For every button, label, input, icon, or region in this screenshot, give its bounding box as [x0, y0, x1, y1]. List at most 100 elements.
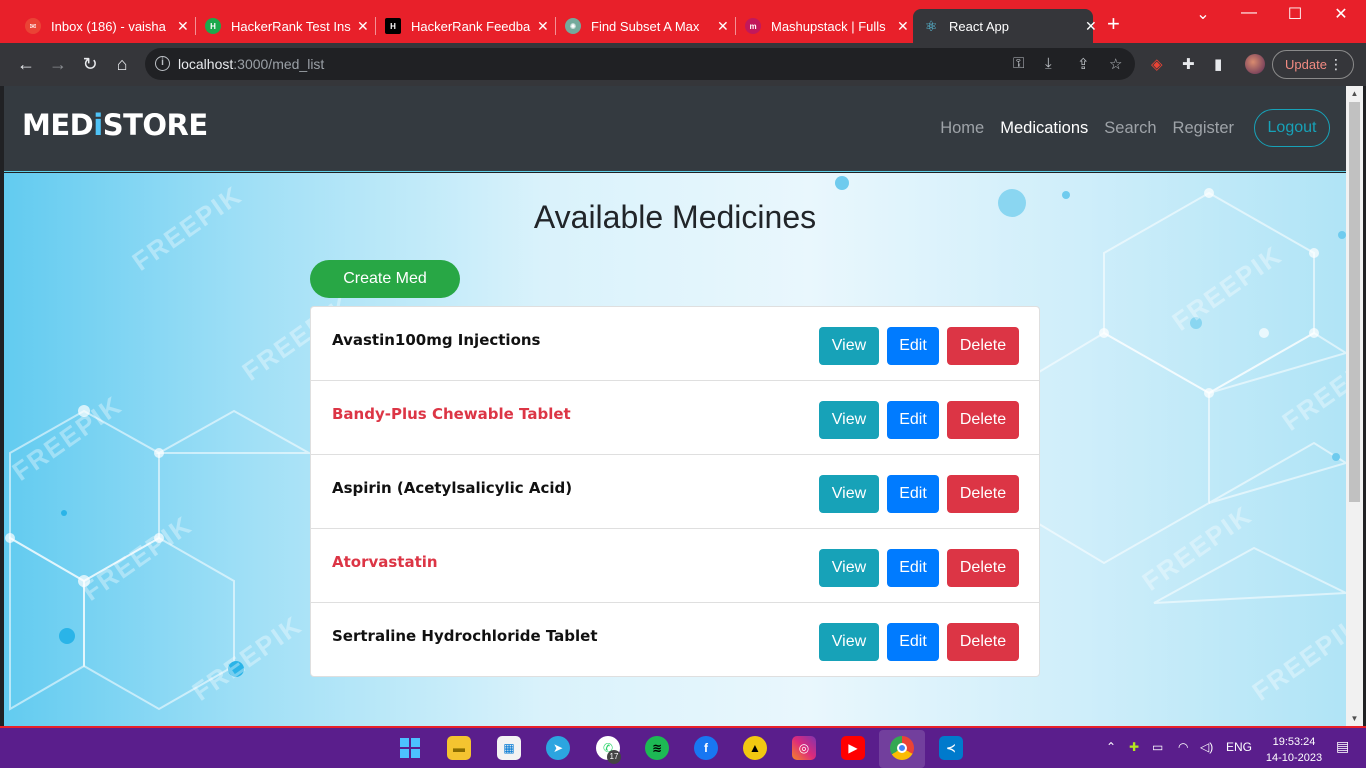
tab-hackerrank-feedback[interactable]: H HackerRank Feedba ✕ — [375, 9, 555, 43]
vscode-icon[interactable]: ≺ — [939, 736, 963, 760]
scroll-down-icon[interactable]: ▼ — [1350, 714, 1359, 723]
minimize-icon[interactable]: — — [1226, 4, 1272, 22]
extensions-puzzle-icon[interactable]: ✚ — [1182, 55, 1195, 73]
telegram-icon[interactable]: ➤ — [546, 736, 570, 760]
browser-toolbar: ← → ↻ ⌂ i localhost:3000/med_list ⚿ ⤓ ⇪ … — [0, 43, 1366, 86]
update-button[interactable]: Update ⋮ — [1272, 50, 1354, 79]
instagram-icon[interactable]: ◎ — [792, 736, 816, 760]
chatgpt-icon: ✺ — [565, 18, 581, 34]
delete-button[interactable]: Delete — [947, 549, 1019, 587]
side-panel-icon[interactable]: ▮ — [1214, 55, 1222, 73]
tab-react-app[interactable]: ⚛ React App ✕ — [913, 9, 1097, 43]
view-button[interactable]: View — [819, 475, 879, 513]
install-icon[interactable]: ⤓ — [1045, 55, 1052, 72]
medicine-name: Atorvastatin — [332, 553, 438, 571]
tray-app-icon[interactable]: ✚ — [1129, 740, 1139, 754]
close-icon[interactable]: ✕ — [1079, 18, 1097, 35]
delete-button[interactable]: Delete — [947, 401, 1019, 439]
close-icon[interactable]: ✕ — [531, 18, 549, 35]
view-button[interactable]: View — [819, 327, 879, 365]
system-clock[interactable]: 19:53:24 14-10-2023 — [1262, 734, 1326, 766]
view-button[interactable]: View — [819, 623, 879, 661]
file-explorer-icon[interactable]: ▬ — [447, 736, 471, 760]
tab-mashupstack[interactable]: m Mashupstack | Fulls ✕ — [735, 9, 913, 43]
profile-avatar[interactable] — [1245, 54, 1265, 74]
forward-icon[interactable]: → — [47, 54, 69, 74]
scroll-up-icon[interactable]: ▲ — [1350, 89, 1359, 98]
extension-icon[interactable]: ◈ — [1151, 55, 1163, 73]
logout-button[interactable]: Logout — [1254, 109, 1330, 147]
nav-register[interactable]: Register — [1173, 119, 1234, 138]
delete-button[interactable]: Delete — [947, 475, 1019, 513]
close-window-icon[interactable]: ✕ — [1318, 4, 1364, 24]
list-item: Avastin100mg Injections View Edit Delete — [310, 306, 1040, 381]
tab-search-icon[interactable]: ⌄ — [1180, 4, 1226, 24]
nav-home[interactable]: Home — [940, 119, 984, 138]
tab-hackerrank-test[interactable]: H HackerRank Test Ins ✕ — [195, 9, 375, 43]
edit-button[interactable]: Edit — [887, 623, 939, 661]
clock-date: 14-10-2023 — [1265, 752, 1323, 764]
url-text[interactable]: localhost:3000/med_list — [178, 56, 324, 72]
tab-title: HackerRank Test Ins — [231, 18, 351, 34]
view-button[interactable]: View — [819, 401, 879, 439]
wifi-icon[interactable]: ◠ — [1178, 740, 1188, 754]
spotify-icon[interactable]: ≋ — [645, 736, 669, 760]
youtube-icon[interactable]: ▶ — [841, 736, 865, 760]
new-tab-button[interactable]: + — [1107, 13, 1120, 35]
back-icon[interactable]: ← — [15, 54, 37, 74]
notification-icon[interactable]: ▤ — [1336, 738, 1349, 755]
windows-taskbar: ▬ ▦ ➤ ✆ 17 ≋ f ▲ ◎ ▶ ≺ ⌃ ✚ ▭ ◠ ◁) ENG 19… — [0, 726, 1366, 768]
volume-icon[interactable]: ◁) — [1200, 740, 1213, 754]
tab-title: React App — [949, 18, 1009, 34]
tab-title: Inbox (186) - vaisha — [51, 18, 166, 34]
key-icon[interactable]: ⚿ — [1013, 55, 1024, 72]
scroll-thumb[interactable] — [1349, 102, 1360, 502]
medicine-list: Avastin100mg Injections View Edit Delete… — [310, 306, 1040, 677]
delete-button[interactable]: Delete — [947, 623, 1019, 661]
tab-title: Mashupstack | Fulls — [771, 18, 886, 34]
delete-button[interactable]: Delete — [947, 327, 1019, 365]
reload-icon[interactable]: ↻ — [79, 54, 101, 74]
close-icon[interactable]: ✕ — [171, 18, 189, 35]
triangle-app-icon[interactable]: ▲ — [743, 736, 767, 760]
page-viewport: MEDiSTORE Home Medications Search Regist… — [4, 86, 1346, 726]
tab-inbox[interactable]: ✉ Inbox (186) - vaisha ✕ — [15, 9, 195, 43]
edit-button[interactable]: Edit — [887, 549, 939, 587]
update-label: Update — [1285, 57, 1327, 72]
close-icon[interactable]: ✕ — [351, 18, 369, 35]
bookmark-star-icon[interactable]: ☆ — [1109, 55, 1122, 73]
address-bar[interactable]: i localhost:3000/med_list ⚿ ⤓ ⇪ ☆ — [145, 48, 1135, 80]
list-item: Aspirin (Acetylsalicylic Acid) View Edit… — [310, 454, 1040, 529]
site-info-icon[interactable]: i — [155, 56, 170, 71]
browser-tab-strip: ✉ Inbox (186) - vaisha ✕ H HackerRank Te… — [0, 0, 1366, 43]
close-icon[interactable]: ✕ — [711, 18, 729, 35]
brand-logo[interactable]: MEDiSTORE — [22, 108, 208, 142]
home-icon[interactable]: ⌂ — [111, 54, 133, 74]
windows-start-icon[interactable] — [398, 736, 422, 760]
maximize-icon[interactable]: ☐ — [1272, 4, 1318, 24]
page-title: Available Medicines — [533, 199, 817, 235]
menu-dots-icon: ⋮ — [1329, 56, 1343, 72]
nav-medications[interactable]: Medications — [1000, 119, 1088, 138]
close-icon[interactable]: ✕ — [891, 18, 909, 35]
medicine-name: Aspirin (Acetylsalicylic Acid) — [332, 479, 573, 497]
page-scrollbar[interactable]: ▲ ▼ — [1346, 86, 1363, 726]
edit-button[interactable]: Edit — [887, 475, 939, 513]
create-med-button[interactable]: Create Med — [310, 260, 460, 298]
microsoft-store-icon[interactable]: ▦ — [497, 736, 521, 760]
chrome-icon[interactable] — [890, 736, 914, 760]
share-icon[interactable]: ⇪ — [1077, 55, 1090, 73]
medicine-name: Bandy-Plus Chewable Tablet — [332, 405, 571, 423]
nav-search[interactable]: Search — [1104, 119, 1156, 138]
medicine-name: Avastin100mg Injections — [332, 331, 541, 349]
chevron-up-icon[interactable]: ⌃ — [1106, 740, 1116, 754]
medicine-name: Sertraline Hydrochloride Tablet — [332, 627, 598, 645]
edit-button[interactable]: Edit — [887, 327, 939, 365]
battery-icon[interactable]: ▭ — [1152, 740, 1163, 754]
tab-find-subset[interactable]: ✺ Find Subset A Max ✕ — [555, 9, 735, 43]
facebook-icon[interactable]: f — [694, 736, 718, 760]
edit-button[interactable]: Edit — [887, 401, 939, 439]
language-indicator[interactable]: ENG — [1226, 740, 1252, 754]
view-button[interactable]: View — [819, 549, 879, 587]
list-item: Sertraline Hydrochloride Tablet View Edi… — [310, 602, 1040, 677]
